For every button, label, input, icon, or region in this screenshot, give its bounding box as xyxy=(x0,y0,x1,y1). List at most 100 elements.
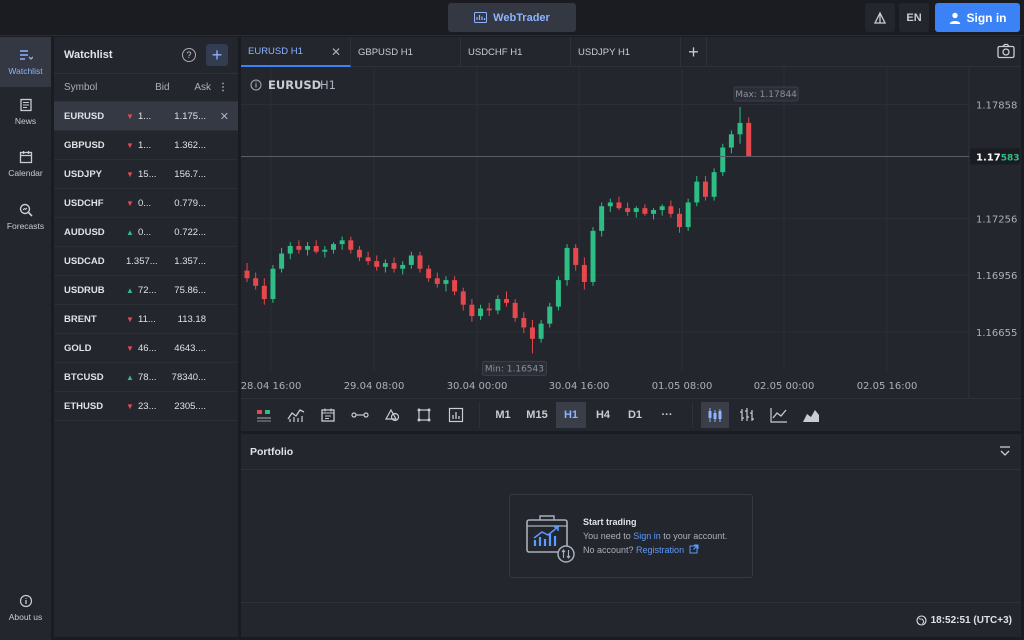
chart-type-area[interactable] xyxy=(797,402,825,428)
add-tab-button[interactable]: + xyxy=(681,37,707,67)
min-price-label: Min: 1.16543 xyxy=(485,364,544,374)
watchlist-row-audusd[interactable]: AUDUSD ▲ 0... 0.722... xyxy=(54,218,238,247)
chart-type-bars[interactable] xyxy=(733,402,761,428)
row-ask: 75.86... xyxy=(174,284,206,296)
candle-body xyxy=(746,122,752,157)
tab-eurusd[interactable]: EURUSD H1 ✕ xyxy=(241,37,351,67)
collapse-button[interactable] xyxy=(999,445,1011,460)
candle-body xyxy=(599,206,605,231)
candle-body xyxy=(521,317,527,328)
time-tick-label: 02.05 16:00 xyxy=(857,381,918,392)
tab-usdjpy[interactable]: USDJPY H1 xyxy=(571,37,681,67)
help-icon[interactable]: ? xyxy=(182,48,196,62)
language-button[interactable]: EN xyxy=(899,3,929,32)
timeframe-m1[interactable]: M1 xyxy=(488,402,518,428)
chart-type-candles[interactable] xyxy=(701,402,729,428)
frame-icon xyxy=(417,408,431,422)
studies-button[interactable] xyxy=(281,402,311,428)
watchlist-row-ethusd[interactable]: ETHUSD ▼ 23... 2305.... xyxy=(54,392,238,421)
timeframe-m15[interactable]: M15 xyxy=(520,402,554,428)
remove-row-icon[interactable]: ✕ xyxy=(220,110,229,123)
row-ask: 113.18 xyxy=(177,313,206,325)
chart-icon xyxy=(474,12,488,23)
chart-settings-button[interactable] xyxy=(441,402,471,428)
sign-in-button[interactable]: Sign in xyxy=(935,3,1020,32)
candle-body xyxy=(529,327,535,339)
more-timeframes-button[interactable]: ··· xyxy=(652,402,682,428)
tab-label: EURUSD H1 xyxy=(248,45,303,57)
candle-body xyxy=(261,285,267,300)
candle-body xyxy=(737,122,743,135)
candle-body xyxy=(486,308,492,311)
nav-forecasts-label: Forecasts xyxy=(6,221,45,231)
columns-menu-icon[interactable]: ⋮ xyxy=(211,82,228,93)
watchlist-panel: Watchlist ? + Symbol Bid Ask ⋮ EURUSD ▼ 1.… xyxy=(54,37,238,637)
watchlist-row-gold[interactable]: GOLD ▼ 46... 4643.... xyxy=(54,334,238,363)
webtrader-button[interactable]: WebTrader xyxy=(448,3,576,32)
nav-watchlist[interactable]: Watchlist xyxy=(0,37,51,87)
row-bid: 78... xyxy=(138,371,157,383)
shapes-button[interactable] xyxy=(377,402,407,428)
price-tick-label: 1.16956 xyxy=(976,271,1017,282)
chart-type-line[interactable] xyxy=(765,402,793,428)
row-bid: 46... xyxy=(138,342,157,354)
bars-icon xyxy=(740,408,754,421)
events-button[interactable] xyxy=(313,402,343,428)
nav-forecasts[interactable]: Forecasts xyxy=(0,192,51,242)
arrow-down-icon: ▼ xyxy=(126,140,134,150)
registration-link[interactable]: Registration xyxy=(636,545,684,555)
trend-line-button[interactable] xyxy=(345,402,375,428)
row-ask: 156.7... xyxy=(174,168,206,180)
row-bid: 0... xyxy=(138,226,152,238)
row-symbol: EURUSD xyxy=(64,110,105,122)
watchlist-row-usdcad[interactable]: USDCAD 1.357... 1.357... xyxy=(54,247,238,276)
candle-body xyxy=(305,246,311,250)
watchlist-row-usdrub[interactable]: USDRUB ▲ 72... 75.86... xyxy=(54,276,238,305)
watchlist-row-brent[interactable]: BRENT ▼ 11... 113.18 xyxy=(54,305,238,334)
timeframe-d1[interactable]: D1 xyxy=(620,402,650,428)
watchlist-row-eurusd[interactable]: EURUSD ▼ 1... 1.175... ✕ xyxy=(54,102,238,131)
close-icon[interactable]: ✕ xyxy=(331,45,341,59)
theme-toggle-button[interactable] xyxy=(865,3,895,32)
price-tick-label: 1.16655 xyxy=(976,328,1017,339)
tab-usdchf[interactable]: USDCHF H1 xyxy=(461,37,571,67)
chart-area[interactable]: 1.17858 1.17256 1.16956 1.16655 28.04 16:00… xyxy=(241,68,1021,398)
candlestick-chart[interactable]: 1.17858 1.17256 1.16956 1.16655 28.04 16:00… xyxy=(241,68,1021,398)
nav-news[interactable]: News xyxy=(0,87,51,137)
user-icon xyxy=(949,12,960,24)
watchlist-row-usdjpy[interactable]: USDJPY ▼ 15... 156.7... xyxy=(54,160,238,189)
news-icon xyxy=(19,98,32,112)
watchlist-row-usdchf[interactable]: USDCHF ▼ 0... 0.779... xyxy=(54,189,238,218)
nav-about[interactable]: About us xyxy=(0,583,51,633)
sign-in-link[interactable]: Sign in xyxy=(633,531,661,541)
add-symbol-button[interactable]: + xyxy=(206,44,228,66)
candle-body xyxy=(694,181,700,203)
row-bid: 11... xyxy=(138,313,156,325)
candle-body xyxy=(331,244,336,250)
tab-label: GBPUSD H1 xyxy=(358,46,413,58)
arrow-down-icon: ▼ xyxy=(126,401,134,411)
watchlist-title: Watchlist xyxy=(64,49,113,61)
chart-panel: EURUSD H1 ✕ GBPUSD H1 USDCHF H1 USDJPY H… xyxy=(241,37,1021,431)
timeframe-h4[interactable]: H4 xyxy=(588,402,618,428)
chart-toolbar: M1 M15 H1 H4 D1 ··· xyxy=(241,398,1021,431)
screenshot-button[interactable] xyxy=(997,43,1015,62)
candle-body xyxy=(607,202,613,207)
price-axis: 1.17858 1.17256 1.16956 1.16655 xyxy=(976,100,1017,339)
fit-button[interactable] xyxy=(409,402,439,428)
watchlist-row-gbpusd[interactable]: GBPUSD ▼ 1... 1.362... xyxy=(54,131,238,160)
start-trading-title: Start trading xyxy=(583,517,637,527)
price-tick-label: 1.17858 xyxy=(976,100,1017,111)
candle-body xyxy=(702,181,708,197)
row-bid: 1... xyxy=(138,110,152,122)
row-bid: 0... xyxy=(138,197,152,209)
info-icon[interactable] xyxy=(250,79,262,91)
time-tick-label: 29.04 08:00 xyxy=(344,381,405,392)
watchlist-row-btcusd[interactable]: BTCUSD ▲ 78... 78340... xyxy=(54,363,238,392)
timeframe-h1[interactable]: H1 xyxy=(556,402,586,428)
column-ask: Ask xyxy=(194,82,212,93)
nav-calendar[interactable]: Calendar xyxy=(0,139,51,189)
indicators-button[interactable] xyxy=(249,402,279,428)
tab-gbpusd[interactable]: GBPUSD H1 xyxy=(351,37,461,67)
external-link-icon[interactable] xyxy=(689,544,699,554)
